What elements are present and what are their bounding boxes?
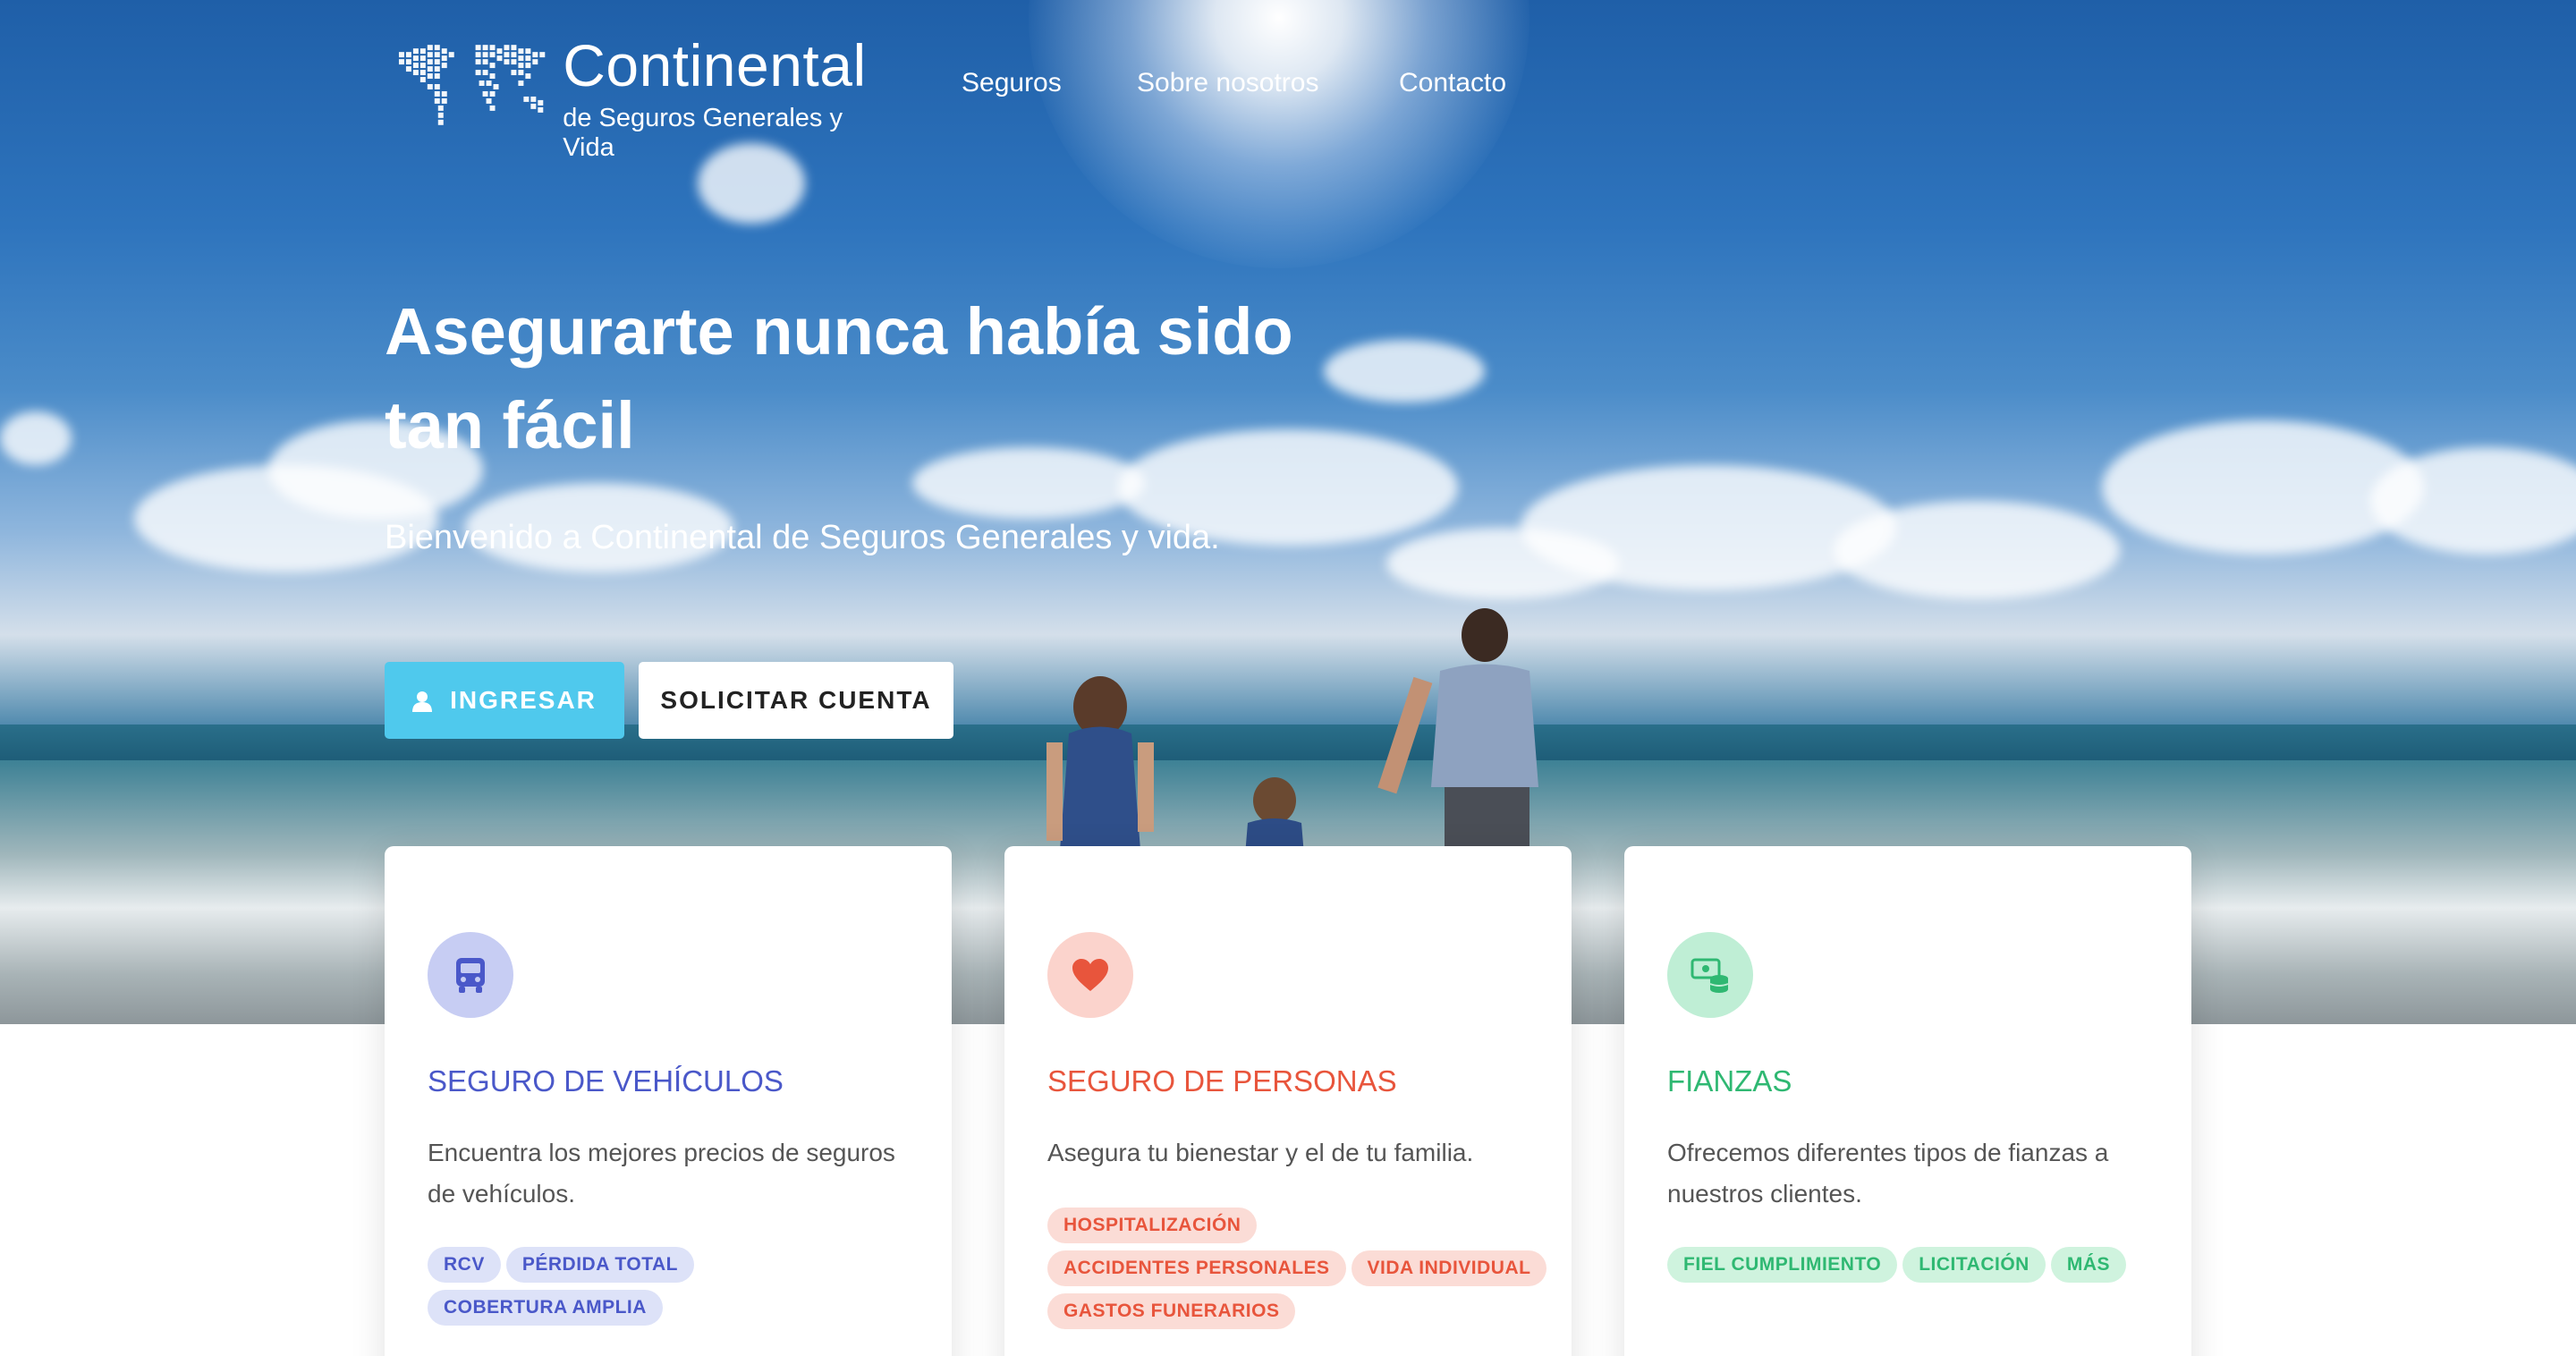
money-stack-icon [1690, 958, 1729, 993]
request-account-button[interactable]: SOLICITAR CUENTA [639, 662, 953, 739]
tag-list: FIEL CUMPLIMIENTO LICITACIÓN MÁS [1667, 1247, 2168, 1283]
tag-list: HOSPITALIZACIÓN ACCIDENTES PERSONALES VI… [1047, 1208, 1548, 1329]
tag[interactable]: GASTOS FUNERARIOS [1047, 1293, 1296, 1329]
bus-icon [456, 958, 485, 993]
card-title: SEGURO DE PERSONAS [1047, 1064, 1397, 1098]
hero-title-line1: Asegurarte nunca había sido [385, 294, 1293, 369]
card-icon-container [1047, 932, 1133, 1018]
card-personal-insurance[interactable]: SEGURO DE PERSONAS Asegura tu bienestar … [1004, 846, 1572, 1356]
tag[interactable]: COBERTURA AMPLIA [428, 1290, 663, 1326]
nav-item-sobre-nosotros[interactable]: Sobre nosotros [1137, 68, 1318, 98]
card-description: Encuentra los mejores precios de seguros… [428, 1139, 895, 1208]
card-vehicle-insurance[interactable]: SEGURO DE VEHÍCULOS Encuentra los mejore… [385, 846, 952, 1356]
world-map-icon [398, 45, 546, 125]
heart-icon [1072, 959, 1108, 991]
tag[interactable]: PÉRDIDA TOTAL [505, 1247, 694, 1283]
card-title: FIANZAS [1667, 1064, 1792, 1098]
tag[interactable]: RCV [428, 1247, 501, 1283]
tag-list: RCV PÉRDIDA TOTAL COBERTURA AMPLIA [428, 1247, 928, 1326]
tag[interactable]: VIDA INDIVIDUAL [1351, 1250, 1547, 1286]
login-button-label: INGRESAR [450, 686, 597, 714]
request-account-label: SOLICITAR CUENTA [660, 686, 932, 714]
card-description: Asegura tu bienestar y el de tu familia. [1047, 1139, 1474, 1166]
card-description: Ofrecemos diferentes tipos de fianzas a … [1667, 1139, 2109, 1208]
nav-item-seguros[interactable]: Seguros [962, 68, 1062, 98]
brand-name: Continental [563, 32, 867, 98]
tag[interactable]: MÁS [2050, 1247, 2127, 1283]
hero-title-line2: tan fácil [385, 388, 635, 462]
tag[interactable]: FIEL CUMPLIMIENTO [1667, 1247, 1898, 1283]
card-title: SEGURO DE VEHÍCULOS [428, 1064, 784, 1098]
card-icon-container [428, 932, 513, 1018]
nav-item-contacto[interactable]: Contacto [1399, 68, 1506, 98]
card-bonds[interactable]: FIANZAS Ofrecemos diferentes tipos de fi… [1624, 846, 2191, 1356]
hero-title: Asegurarte nunca había sido tan fácil [385, 284, 1458, 472]
hero-subtitle: Bienvenido a Continental de Seguros Gene… [385, 519, 1220, 556]
tag[interactable]: HOSPITALIZACIÓN [1047, 1208, 1258, 1243]
brand-tagline: de Seguros Generales y Vida [563, 104, 843, 162]
brand-logo[interactable]: Continental de Seguros Generales y Vida [390, 32, 900, 162]
user-icon [412, 690, 433, 712]
tag[interactable]: ACCIDENTES PERSONALES [1047, 1250, 1346, 1286]
login-button[interactable]: INGRESAR [385, 662, 624, 739]
tag[interactable]: LICITACIÓN [1902, 1247, 2046, 1283]
card-icon-container [1667, 932, 1753, 1018]
